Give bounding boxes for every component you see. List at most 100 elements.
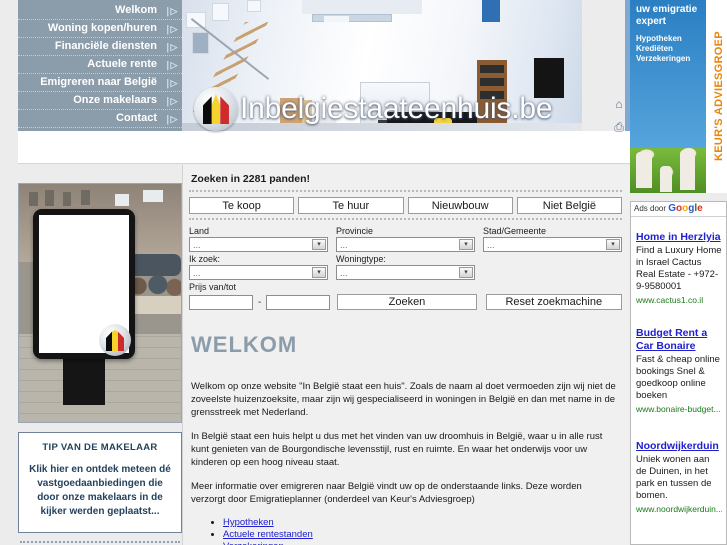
provincie-select-value: ... <box>340 240 348 250</box>
list-item: Actuele rentestanden <box>223 529 616 541</box>
provincie-select[interactable]: ... ▾ <box>336 237 475 252</box>
banner-subline: Hypotheken Krediëten Verzekeringen <box>636 34 691 63</box>
land-select-value: ... <box>193 240 201 250</box>
page-left-edge <box>0 0 18 545</box>
ad-title[interactable]: Budget Rent a Car Bonaire <box>636 327 722 353</box>
nav-label: Emigreren naar België <box>40 76 157 88</box>
chevron-down-icon: ▾ <box>312 267 326 278</box>
google-ads-box: Ads door Google Home in Herzlyia Find a … <box>630 201 727 545</box>
search-field-row-2: Ik zoek: ... ▾ Woningtype: ... ▾ <box>189 253 622 280</box>
banner-brand-strip: KEUR'S ADVIESGROEP <box>706 0 727 193</box>
list-item: Hypotheken <box>223 517 616 529</box>
ad-description: Find a Luxury Home in Israel Cactus Real… <box>636 245 722 292</box>
search-panel: Zoeken in 2281 panden! Te koop Te huur N… <box>183 165 630 310</box>
arrow-right-icon: ❘▷ <box>164 6 177 16</box>
keurs-adviesgroep-banner[interactable]: uw emigratie expert Hypotheken Krediëten… <box>630 0 727 193</box>
field-label: Stad/Gemeente <box>483 226 547 236</box>
ad-url[interactable]: www.noordwijkerduin... <box>636 504 722 514</box>
price-to-input[interactable] <box>266 295 331 310</box>
chevron-down-icon: ▾ <box>459 267 473 278</box>
nav-label: Financiële diensten <box>54 40 157 52</box>
tip-body-link[interactable]: Klik hier en ontdek meteen dé vastgoedaa… <box>27 463 173 519</box>
ad-url[interactable]: www.bonaire-budget... <box>636 404 722 414</box>
billboard-photo[interactable] <box>18 183 182 423</box>
belgian-flag-house-logo[interactable] <box>194 87 238 131</box>
search-heading: Zoeken in 2281 panden! <box>191 173 311 185</box>
ad-title[interactable]: Home in Herzlyia <box>636 231 722 244</box>
ads-header-prefix: Ads door <box>634 204 667 213</box>
chevron-down-icon: ▾ <box>312 239 326 250</box>
tab-te-koop[interactable]: Te koop <box>189 197 295 214</box>
nav-label: Welkom <box>115 4 157 16</box>
billboard-logo-icon <box>99 324 131 356</box>
tab-niet-belgie[interactable]: Niet België <box>516 197 622 214</box>
page-title: WELKOM <box>191 332 298 357</box>
arrow-right-icon: ❘▷ <box>164 60 177 70</box>
sidebar-item-financiele-diensten[interactable]: Financiële diensten ❘▷ <box>18 38 182 56</box>
tip-title: TIP VAN DE MAKELAAR <box>42 442 158 453</box>
link-actuele-rentestanden[interactable]: Actuele rentestanden <box>223 529 313 540</box>
field-label: Provincie <box>336 226 374 236</box>
print-icon[interactable]: ⎙ <box>612 120 626 134</box>
field-provincie: Provincie ... ▾ <box>336 225 475 252</box>
chevron-down-icon: ▾ <box>606 239 620 250</box>
divider <box>189 218 622 220</box>
price-from-input[interactable] <box>189 295 253 310</box>
sidebar-item-welkom[interactable]: Welkom ❘▷ <box>18 2 182 20</box>
field-land: Land ... ▾ <box>189 225 328 252</box>
woningtype-select-value: ... <box>340 268 348 278</box>
sidebar-item-actuele-rente[interactable]: Actuele rente ❘▷ <box>18 56 182 74</box>
page-root: Inbelgiestaateenhuis.be ⌂ ⎙ Welkom ❘▷ Wo… <box>0 0 727 545</box>
sidebar-item-contact[interactable]: Contact ❘▷ <box>18 110 182 128</box>
tip-van-de-makelaar-box[interactable]: TIP VAN DE MAKELAAR Klik hier en ontdek … <box>18 432 182 533</box>
reset-search-button[interactable]: Reset zoekmachine <box>485 294 622 310</box>
price-row: - Zoeken Reset zoekmachine <box>189 294 622 310</box>
chevron-down-icon: ▾ <box>459 239 473 250</box>
ad-title[interactable]: Noordwijkerduin <box>636 440 722 453</box>
arrow-right-icon: ❘▷ <box>164 42 177 52</box>
stad-gemeente-select-value: ... <box>487 240 495 250</box>
ik-zoek-select[interactable]: ... ▾ <box>189 265 328 280</box>
field-spacer <box>483 253 622 280</box>
link-hypotheken[interactable]: Hypotheken <box>223 517 274 528</box>
arrow-right-icon: ❘▷ <box>164 96 177 106</box>
link-verzekeringen[interactable]: Verzekeringen <box>223 541 284 545</box>
banner-headline: uw emigratie expert <box>636 4 698 27</box>
sidebar-item-emigreren-naar-belgie[interactable]: Emigreren naar België ❘▷ <box>18 74 182 92</box>
nav-label: Woning kopen/huren <box>47 22 157 34</box>
woningtype-select[interactable]: ... ▾ <box>336 265 475 280</box>
divider <box>189 190 622 192</box>
google-logo: Google <box>668 203 703 214</box>
ik-zoek-select-value: ... <box>193 268 201 278</box>
field-label: Woningtype: <box>336 254 386 264</box>
tab-te-huur[interactable]: Te huur <box>298 197 404 214</box>
banner-brand-text: KEUR'S ADVIESGROEP <box>713 31 725 161</box>
stad-gemeente-select[interactable]: ... ▾ <box>483 237 622 252</box>
intro-paragraph-2: In België staat een huis helpt u dus met… <box>191 431 603 468</box>
land-select[interactable]: ... ▾ <box>189 237 328 252</box>
nav-label: Onze makelaars <box>73 94 157 106</box>
intro-paragraph-1: Welkom op onze website "In België staat … <box>191 381 616 418</box>
tab-nieuwbouw[interactable]: Nieuwbouw <box>407 197 513 214</box>
price-dash: - <box>258 297 262 308</box>
ads-header: Ads door Google <box>631 202 726 217</box>
home-icon[interactable]: ⌂ <box>612 97 626 111</box>
intro-paragraph-3: Meer informatie over emigreren naar Belg… <box>191 481 582 505</box>
search-field-row-1: Land ... ▾ Provincie ... ▾ Stad/Gemeente <box>189 225 622 252</box>
ad-unit-3: Noordwijkerduin Uniek wonen aan de Duine… <box>631 414 726 514</box>
nav-label: Contact <box>116 112 157 124</box>
arrow-right-icon: ❘▷ <box>164 24 177 34</box>
field-label: Land <box>189 226 210 236</box>
search-submit-button[interactable]: Zoeken <box>337 294 477 310</box>
right-sidebar: uw emigratie expert Hypotheken Krediëten… <box>630 0 727 545</box>
header-icon-group: ⌂ ⎙ <box>612 97 630 143</box>
left-sidebar: TIP VAN DE MAKELAAR Klik hier en ontdek … <box>18 183 182 545</box>
ad-description: Uniek wonen aan de Duinen, in het park e… <box>636 454 712 501</box>
arrow-right-icon: ❘▷ <box>164 78 177 88</box>
ad-url[interactable]: www.cactus1.co.il <box>636 295 722 305</box>
price-label: Prijs van/tot <box>189 282 237 292</box>
sidebar-item-woning-kopen-huren[interactable]: Woning kopen/huren ❘▷ <box>18 20 182 38</box>
divider <box>20 541 180 543</box>
nav-label: Actuele rente <box>87 58 157 70</box>
sidebar-item-onze-makelaars[interactable]: Onze makelaars ❘▷ <box>18 92 182 110</box>
